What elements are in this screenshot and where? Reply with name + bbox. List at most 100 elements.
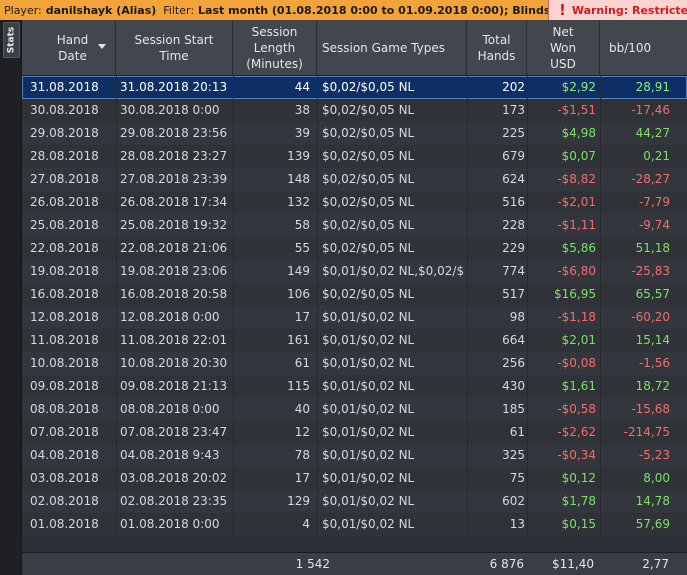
cell-hand-date: 01.08.2018 xyxy=(30,517,99,531)
table-row[interactable]: 27.08.2018 27.08.2018 23:39 148 $0,02/$0,05… xyxy=(22,168,687,191)
table-row[interactable]: 07.08.2018 07.08.2018 23:47 12 $0,01/$0,02 … xyxy=(22,421,687,444)
exclamation-icon: ! xyxy=(559,1,566,19)
cell-hand-date: 16.08.2018 xyxy=(30,287,99,301)
cell-net-won: -$1,18 xyxy=(557,310,596,324)
col-bb100[interactable]: bb/100 xyxy=(600,20,687,76)
col-net-won[interactable]: Net Won USD xyxy=(527,20,600,76)
table-row[interactable]: 08.08.2018 08.08.2018 0:00 40 $0,01/$0,02 N… xyxy=(22,398,687,421)
table-row[interactable]: 09.08.2018 09.08.2018 21:13 115 $0,01/$0,02… xyxy=(22,375,687,398)
stats-tab[interactable]: Stats xyxy=(3,22,20,58)
cell-hand-date: 09.08.2018 xyxy=(30,379,99,393)
cell-game-types: $0,02/$0,05 NL xyxy=(322,218,415,232)
table-row[interactable]: 10.08.2018 10.08.2018 20:30 61 $0,01/$0,02 … xyxy=(22,352,687,375)
player-value[interactable]: danilshayk (Alias) xyxy=(42,4,157,17)
total-bb100: 2,77 xyxy=(642,557,669,571)
table-row[interactable]: 01.08.2018 01.08.2018 0:00 4 $0,01/$0,02 NL… xyxy=(22,513,687,536)
filter-label: Filter: xyxy=(163,3,195,17)
table-row[interactable]: 31.08.2018 31.08.2018 20:13 44 $0,02/$0,05 … xyxy=(22,76,687,99)
cell-session-length: 55 xyxy=(294,241,310,255)
cell-hand-date: 03.08.2018 xyxy=(30,471,99,485)
cell-bb100: -15,68 xyxy=(631,402,670,416)
cell-total-hands: 774 xyxy=(502,264,525,278)
cell-bb100: 51,18 xyxy=(635,241,670,255)
cell-session-start: 22.08.2018 21:06 xyxy=(120,241,228,255)
cell-hand-date: 25.08.2018 xyxy=(30,218,99,232)
table-row[interactable]: 03.08.2018 03.08.2018 20:02 17 $0,01/$0,02 … xyxy=(22,467,687,490)
cell-bb100: 57,69 xyxy=(635,517,670,531)
col-game-types[interactable]: Session Game Types xyxy=(317,20,467,76)
cell-session-length: 115 xyxy=(287,379,310,393)
cell-bb100: -60,20 xyxy=(631,310,670,324)
table-row[interactable]: 30.08.2018 30.08.2018 0:00 38 $0,02/$0,05 N… xyxy=(22,99,687,122)
cell-hand-date: 04.08.2018 xyxy=(30,448,99,462)
cell-session-length: 129 xyxy=(287,494,310,508)
cell-net-won: $2,92 xyxy=(561,80,596,94)
cell-bb100: 28,91 xyxy=(635,80,670,94)
col-hand-date[interactable]: Hand Date xyxy=(22,20,116,76)
table-row[interactable]: 02.08.2018 02.08.2018 23:35 129 $0,01/$0,02… xyxy=(22,490,687,513)
side-panel: Stats xyxy=(0,20,22,575)
cell-hand-date: 02.08.2018 xyxy=(30,494,99,508)
col-net-won-label: Net Won USD xyxy=(549,25,577,71)
cell-hand-date: 27.08.2018 xyxy=(30,172,99,186)
cell-game-types: $0,02/$0,05 NL xyxy=(322,241,415,255)
cell-total-hands: 185 xyxy=(502,402,525,416)
cell-game-types: $0,01/$0,02 NL xyxy=(322,356,415,370)
table-row[interactable]: 28.08.2018 28.08.2018 23:27 139 $0,02/$0,05… xyxy=(22,145,687,168)
cell-session-start: 02.08.2018 23:35 xyxy=(120,494,228,508)
restricted-warning[interactable]: ! Warning: Restricted Ha xyxy=(548,0,687,20)
col-session-length[interactable]: Session Length (Minutes) xyxy=(233,20,317,76)
cell-session-length: 39 xyxy=(294,126,310,140)
cell-net-won: $16,95 xyxy=(554,287,596,301)
cell-session-length: 17 xyxy=(294,471,310,485)
total-hands: 6 876 xyxy=(489,557,524,571)
cell-game-types: $0,01/$0,02 NL xyxy=(322,310,415,324)
cell-game-types: $0,02/$0,05 NL xyxy=(322,172,415,186)
cell-game-types: $0,02/$0,05 NL xyxy=(322,80,415,94)
table-row[interactable]: 29.08.2018 29.08.2018 23:56 39 $0,02/$0,05 … xyxy=(22,122,687,145)
table-row[interactable]: 04.08.2018 04.08.2018 9:43 78 $0,01/$0,02 N… xyxy=(22,444,687,467)
col-total-hands[interactable]: Total Hands xyxy=(467,20,527,76)
cell-net-won: $1,61 xyxy=(561,379,596,393)
table-row[interactable]: 19.08.2018 19.08.2018 23:06 149 $0,01/$0,02… xyxy=(22,260,687,283)
table-row[interactable]: 26.08.2018 26.08.2018 17:34 132 $0,02/$0,05… xyxy=(22,191,687,214)
table-row[interactable]: 16.08.2018 16.08.2018 20:58 106 $0,02/$0,05… xyxy=(22,283,687,306)
cell-net-won: $2,01 xyxy=(561,333,596,347)
totals-row: 1 542 6 876 $11,40 2,77 xyxy=(22,552,687,575)
cell-session-length: 139 xyxy=(287,149,310,163)
cell-net-won: $0,07 xyxy=(561,149,596,163)
cell-game-types: $0,02/$0,05 NL xyxy=(322,126,415,140)
table-row[interactable]: 12.08.2018 12.08.2018 0:00 17 $0,01/$0,02 N… xyxy=(22,306,687,329)
cell-session-length: 12 xyxy=(294,425,310,439)
cell-session-length: 44 xyxy=(294,80,310,94)
cell-net-won: $5,86 xyxy=(561,241,596,255)
cell-net-won: $4,98 xyxy=(561,126,596,140)
sort-descending-icon xyxy=(98,44,106,49)
cell-session-length: 4 xyxy=(302,517,310,531)
cell-bb100: 18,72 xyxy=(635,379,670,393)
cell-session-start: 30.08.2018 0:00 xyxy=(120,103,220,117)
col-session-length-label: Session Length (Minutes) xyxy=(246,25,303,71)
col-session-start[interactable]: Session Start Time xyxy=(116,20,233,76)
cell-session-start: 29.08.2018 23:56 xyxy=(120,126,228,140)
cell-session-length: 61 xyxy=(294,356,310,370)
cell-game-types: $0,01/$0,02 NL,$0,02/$0 xyxy=(322,264,465,278)
cell-total-hands: 602 xyxy=(502,494,525,508)
cell-session-start: 04.08.2018 9:43 xyxy=(120,448,220,462)
table-row[interactable]: 25.08.2018 25.08.2018 19:32 58 $0,02/$0,05 … xyxy=(22,214,687,237)
cell-game-types: $0,02/$0,05 NL xyxy=(322,103,415,117)
cell-net-won: -$2,62 xyxy=(557,425,596,439)
empty-area xyxy=(22,536,687,552)
cell-net-won: $0,12 xyxy=(561,471,596,485)
cell-net-won: -$2,01 xyxy=(557,195,596,209)
cell-session-length: 106 xyxy=(287,287,310,301)
cell-bb100: -214,75 xyxy=(623,425,670,439)
warning-text: Warning: Restricted Ha xyxy=(571,3,687,17)
table-row[interactable]: 22.08.2018 22.08.2018 21:06 55 $0,02/$0,05 … xyxy=(22,237,687,260)
cell-game-types: $0,02/$0,05 NL xyxy=(322,287,415,301)
cell-net-won: -$1,11 xyxy=(557,218,596,232)
player-label: Player: xyxy=(4,3,42,17)
cell-net-won: -$6,80 xyxy=(557,264,596,278)
table-row[interactable]: 11.08.2018 11.08.2018 22:01 161 $0,01/$0,02… xyxy=(22,329,687,352)
cell-game-types: $0,02/$0,05 NL xyxy=(322,149,415,163)
